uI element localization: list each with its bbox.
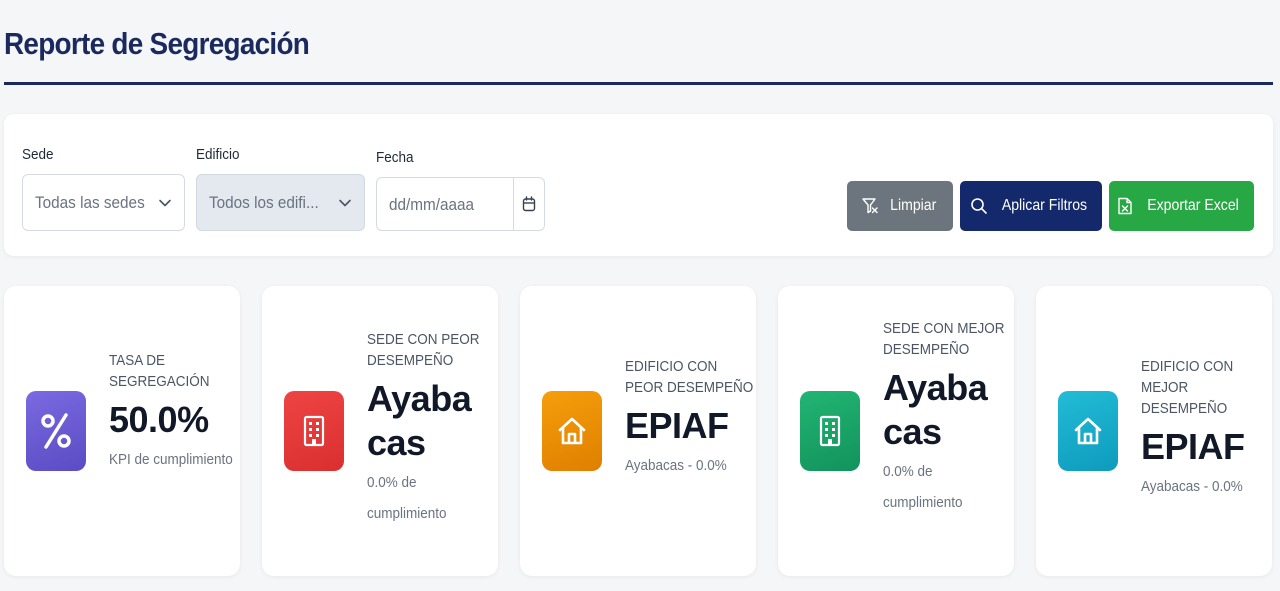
calendar-icon (522, 196, 536, 212)
kpi-label: SEDE CON MEJOR DESEMPEÑO (883, 320, 1005, 358)
export-excel-label: Exportar Excel (1147, 197, 1240, 214)
kpi-subtext: Ayabacas - 0.0% (1141, 478, 1243, 495)
fecha-input[interactable]: dd/mm/aaaa (376, 177, 545, 231)
apply-filters-label: Aplicar Filtros (1001, 197, 1087, 214)
home-icon (542, 391, 602, 471)
edificio-label: Edificio (196, 146, 240, 163)
building-icon (284, 391, 344, 471)
kpi-label: EDIFICIO CON PEOR DESEMPEÑO (625, 358, 754, 396)
excel-file-icon (1118, 197, 1133, 215)
page-title: Reporte de Segregación (4, 26, 310, 61)
search-icon (970, 198, 987, 214)
sede-label: Sede (22, 146, 54, 163)
clear-filters-button[interactable]: Limpiar (847, 181, 953, 231)
apply-filters-button[interactable]: Aplicar Filtros (960, 181, 1102, 231)
export-excel-button[interactable]: Exportar Excel (1109, 181, 1254, 231)
clear-filters-label: Limpiar (889, 197, 937, 214)
edificio-select-value: Todos los edifi... (209, 192, 319, 212)
building-icon (800, 391, 860, 471)
kpi-subtext: 0.0% de cumplimiento (367, 474, 447, 522)
fecha-placeholder: dd/mm/aaaa (389, 195, 475, 214)
home-icon (1058, 391, 1118, 471)
title-divider (4, 82, 1273, 85)
kpi-value: Ayabacas (883, 367, 988, 452)
calendar-button[interactable] (513, 178, 544, 230)
kpi-value: EPIAF (625, 405, 729, 446)
kpi-card-sede-peor: SEDE CON PEOR DESEMPEÑO Ayabacas 0.0% de… (262, 286, 498, 576)
chevron-down-icon (159, 199, 171, 206)
kpi-subtext: Ayabacas - 0.0% (625, 457, 727, 474)
filter-clear-icon (862, 198, 878, 214)
filter-panel: Sede Todas las sedes Edificio Todos los … (4, 114, 1273, 256)
kpi-value: EPIAF (1141, 426, 1245, 467)
kpi-subtext: 0.0% de cumplimiento (883, 463, 963, 511)
sede-select[interactable]: Todas las sedes (22, 174, 185, 231)
fecha-label: Fecha (376, 149, 414, 166)
kpi-value: 50.0% (109, 399, 209, 440)
percent-icon (26, 391, 86, 471)
kpi-card-edificio-mejor: EDIFICIO CON MEJOR DESEMPEÑO EPIAF Ayaba… (1036, 286, 1272, 576)
kpi-label: EDIFICIO CON MEJOR DESEMPEÑO (1141, 358, 1234, 417)
kpi-label: SEDE CON PEOR DESEMPEÑO (367, 331, 480, 369)
kpi-card-edificio-peor: EDIFICIO CON PEOR DESEMPEÑO EPIAF Ayabac… (520, 286, 756, 576)
sede-select-value: Todas las sedes (35, 192, 145, 212)
edificio-select[interactable]: Todos los edifi... (196, 174, 365, 231)
kpi-card-sede-mejor: SEDE CON MEJOR DESEMPEÑO Ayabacas 0.0% d… (778, 286, 1014, 576)
kpi-label: TASA DE SEGREGACIÓN (109, 352, 210, 390)
chevron-down-icon (339, 199, 351, 206)
kpi-subtext: KPI de cumplimiento (109, 451, 233, 468)
kpi-value: Ayabacas (367, 378, 472, 463)
kpi-card-tasa-segregacion: TASA DE SEGREGACIÓN 50.0% KPI de cumplim… (4, 286, 240, 576)
